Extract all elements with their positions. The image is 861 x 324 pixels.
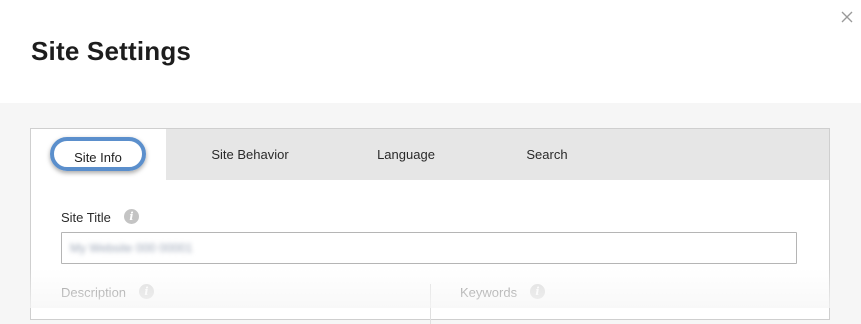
info-icon[interactable]: i	[124, 209, 139, 224]
info-icon[interactable]: i	[139, 284, 154, 299]
tab-search[interactable]: Search	[511, 129, 583, 180]
page-title: Site Settings	[31, 36, 192, 66]
tab-bar: Site Info Site Behavior Language Search	[31, 129, 829, 180]
description-label: Description	[61, 285, 127, 300]
site-title-value: My Website 000 00001	[70, 241, 193, 255]
close-icon[interactable]	[838, 8, 856, 26]
tab-site-info[interactable]: Site Info	[31, 129, 166, 180]
tab-site-info-label: Site Info	[50, 137, 146, 171]
column-divider	[430, 284, 431, 324]
info-icon[interactable]: i	[530, 284, 545, 299]
keywords-label: Keywords	[460, 285, 518, 300]
settings-panel: Site Info Site Behavior Language Search …	[30, 128, 830, 324]
dialog-header: Site Settings	[0, 0, 861, 103]
site-title-label: Site Title	[61, 210, 111, 225]
tab-site-behavior[interactable]: Site Behavior	[195, 129, 305, 180]
site-title-input[interactable]: My Website 000 00001	[61, 232, 797, 264]
tab-language[interactable]: Language	[361, 129, 451, 180]
